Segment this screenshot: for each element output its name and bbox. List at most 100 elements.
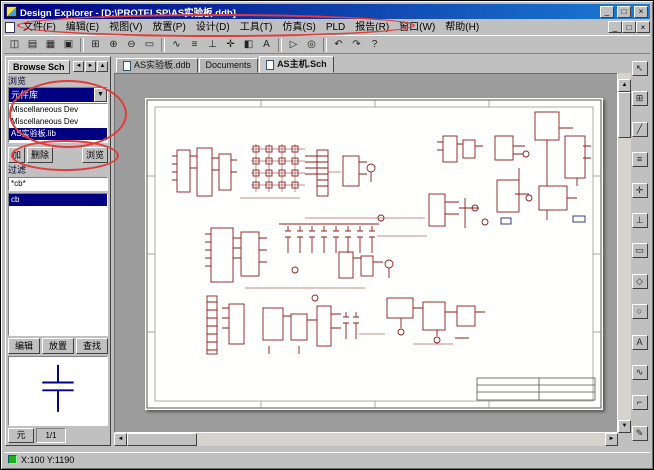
menu-help[interactable]: 帮助(H) [440,21,484,34]
zoom-area-icon[interactable]: ⊞ [632,91,648,106]
panel-collapse-icon[interactable]: ▲ [97,61,108,72]
browse-library-button[interactable]: 浏览 [82,147,108,163]
menu-simulate[interactable]: 仿真(S) [277,21,320,34]
schematic-canvas-area[interactable] [114,73,618,433]
toolbar-separator [80,38,84,52]
toolbar-separator [278,38,282,52]
child-restore-button[interactable]: □ [622,21,636,33]
menu-pld[interactable]: PLD [321,21,350,34]
junction-tool-icon[interactable]: ✛ [632,183,648,198]
resistor-tool-icon[interactable]: ▭ [632,243,648,258]
library-list[interactable]: Miscellaneous Dev Miscellaneous Dev AS实验… [8,103,108,143]
panel-forward-icon[interactable]: ► [85,61,96,72]
diode-tool-icon[interactable]: ◇ [632,274,648,289]
panel-back-icon[interactable]: ◄ [73,61,84,72]
waveform-tool-icon[interactable]: ∿ [632,365,648,380]
panels-toggle-icon[interactable]: ◫ [6,37,23,53]
zoom-out-icon[interactable]: ⊖ [123,37,140,53]
library-list-item[interactable]: Miscellaneous Dev [9,116,107,128]
simulate-icon[interactable]: ▷ [285,37,302,53]
app-icon [6,6,17,17]
panel-header: Browse Sch ◄ ► ▲ [8,59,108,74]
vertical-scrollbar[interactable]: ▲ ▼ [618,73,631,433]
scrollbar-corner [618,433,631,446]
zoom-in-icon[interactable]: ⊕ [105,37,122,53]
chevron-down-icon[interactable]: ▼ [94,88,107,102]
wire-tool-icon[interactable]: ╱ [632,122,648,137]
library-list-item[interactable]: Miscellaneous Dev [9,104,107,116]
find-button[interactable]: 查找 [76,338,108,354]
zoom-fit-icon[interactable]: ▭ [141,37,158,53]
tab-design-ddb[interactable]: AS实验板.ddb [116,58,198,73]
scroll-left-icon[interactable]: ◄ [114,433,127,446]
node-tool-icon[interactable]: ○ [632,304,648,319]
menu-reports[interactable]: 报告(R) [350,21,394,34]
tab-documents[interactable]: Documents [199,58,259,73]
junction-icon[interactable]: ✛ [222,37,239,53]
menu-file[interactable]: 文件(F) [18,21,61,34]
save-icon[interactable]: ▦ [42,37,59,53]
undo-icon[interactable]: ↶ [330,37,347,53]
add-library-button[interactable]: 加 [8,147,25,163]
tab-label: Documents [206,59,252,72]
net-label-icon[interactable]: A [258,37,275,53]
scroll-down-icon[interactable]: ▼ [618,420,631,433]
print-icon[interactable]: ▣ [60,37,77,53]
scroll-right-icon[interactable]: ► [605,433,618,446]
library-list-item-selected[interactable]: AS实验板.lib [9,128,107,140]
menu-edit[interactable]: 编辑(E) [61,21,104,34]
zoom-window-icon[interactable]: ⊞ [87,37,104,53]
component-list-item-selected[interactable]: cb [9,194,107,206]
library-type-value: 元件库 [9,88,94,102]
help-icon[interactable]: ? [366,37,383,53]
menu-design[interactable]: 设计(D) [191,21,235,34]
open-document-icon[interactable]: ▤ [24,37,41,53]
bus-icon[interactable]: ≡ [186,37,203,53]
maximize-button[interactable]: □ [617,6,631,18]
tab-schematic-active[interactable]: AS主机.Sch [259,56,334,73]
place-button[interactable]: 放置 [42,338,74,354]
cursor-coordinates: X:100 Y:1190 [21,455,74,465]
unit-button[interactable]: 元 [8,428,34,443]
menu-window[interactable]: 窗口(W) [394,21,440,34]
filter-label: 过滤 [8,164,108,176]
tab-browse-sch[interactable]: Browse Sch [8,60,70,74]
scroll-up-icon[interactable]: ▲ [618,79,631,92]
part-icon[interactable]: ◧ [240,37,257,53]
bus-tool-icon[interactable]: ≡ [632,152,648,167]
ground-tool-icon[interactable]: ⊥ [632,213,648,228]
document-tab-bar: AS实验板.ddb Documents AS主机.Sch [114,56,631,73]
filter-input[interactable]: *cb* [8,177,108,191]
remove-library-button[interactable]: 删除 [27,147,53,163]
redo-icon[interactable]: ↷ [348,37,365,53]
child-minimize-button[interactable]: _ [608,21,622,33]
schematic-sheet[interactable] [145,98,603,410]
probe-icon[interactable]: ◎ [303,37,320,53]
select-arrow-icon[interactable]: ↖ [632,61,648,76]
edit-button[interactable]: 编辑 [8,338,40,354]
panel-footer: 元 1/1 [8,428,108,443]
tab-label: AS实验板.ddb [134,59,191,72]
sheet-symbol-tool-icon[interactable]: ⌐ [632,395,648,410]
wire-icon[interactable]: ∿ [168,37,185,53]
toolbar-separator [323,38,327,52]
horizontal-scroll-thumb[interactable] [127,433,197,446]
power-port-icon[interactable]: ⊥ [204,37,221,53]
horizontal-scrollbar[interactable]: ◄ ► [114,433,618,446]
browse-sch-panel: Browse Sch ◄ ► ▲ 浏览 元件库 ▼ Miscellaneous … [5,56,111,446]
close-button[interactable]: × [634,6,648,18]
library-type-dropdown[interactable]: 元件库 ▼ [8,87,108,103]
status-bar: X:100 Y:1190 [4,452,650,466]
library-buttons-row: 加 删除 浏览 [8,147,108,163]
menu-place[interactable]: 放置(P) [147,21,190,34]
text-tool-icon[interactable]: A [632,335,648,350]
minimize-button[interactable]: _ [600,6,614,18]
child-close-button[interactable]: × [636,21,650,33]
title-bar: Design Explorer - [D:\PROTELSP\AS实验板.ddb… [4,4,650,19]
component-buttons-row: 编辑 放置 查找 [8,338,108,354]
vertical-scroll-thumb[interactable] [618,92,631,138]
component-list[interactable]: cb [8,193,108,336]
menu-view[interactable]: 视图(V) [104,21,147,34]
menu-tools[interactable]: 工具(T) [235,21,278,34]
edit-pencil-icon[interactable]: ✎ [632,426,648,441]
